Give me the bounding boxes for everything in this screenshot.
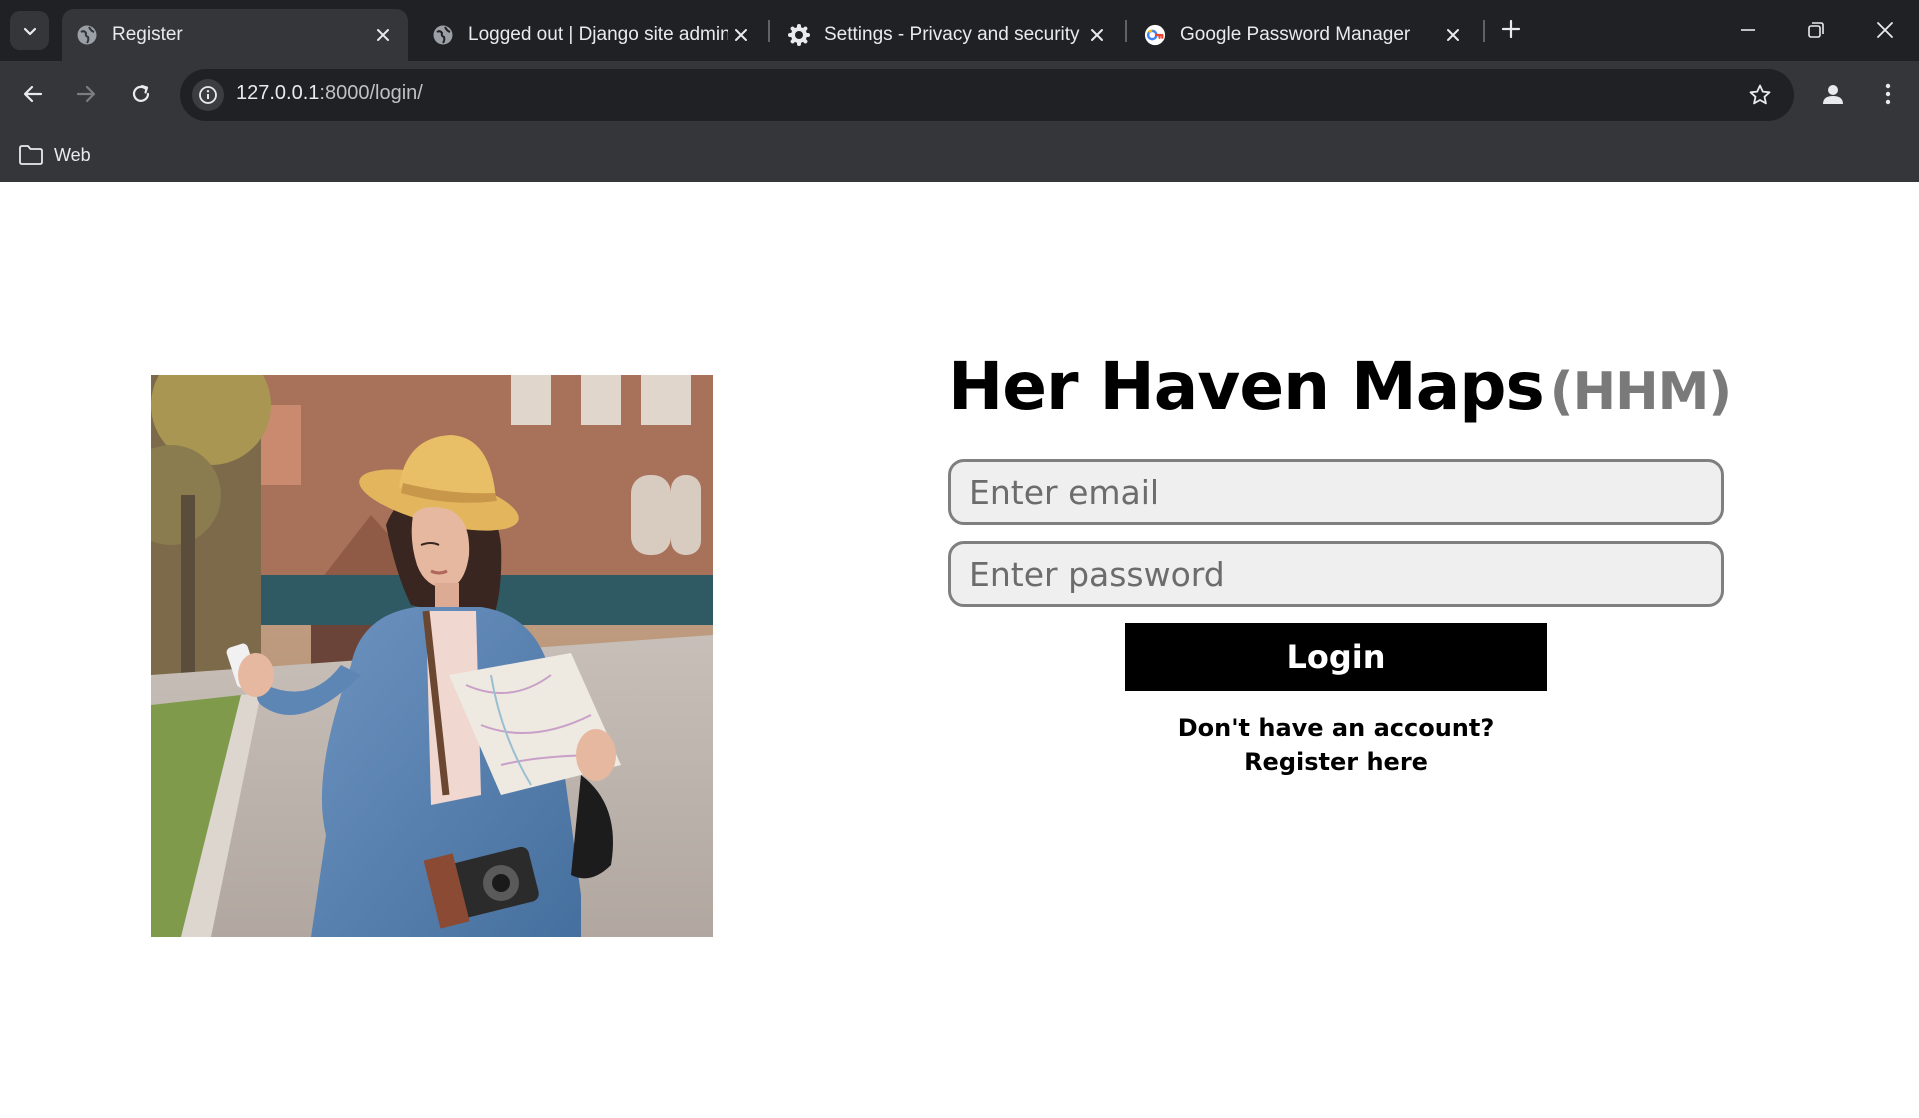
back-button[interactable] [14,75,52,113]
close-icon[interactable] [1084,22,1110,48]
tab-title: Logged out | Django site admin [468,24,728,45]
more-vertical-icon [1885,83,1891,105]
minimize-button[interactable] [1728,10,1768,50]
close-icon[interactable] [1440,22,1466,48]
person-icon [1823,85,1843,104]
google-password-manager-icon [1144,24,1166,46]
tab-title: Settings - Privacy and security [824,24,1080,45]
gear-icon [788,24,810,46]
woman-traveler-illustration [151,375,713,937]
chevron-down-icon [23,27,36,35]
restore-button[interactable] [1796,10,1836,50]
page-title: Her Haven Maps (HHM) [948,342,1732,437]
close-icon[interactable] [728,22,754,48]
close-icon [1877,22,1893,38]
login-page: Her Haven Maps(HHM) Login Don't have an … [0,182,1919,1118]
reload-button[interactable] [122,75,160,113]
register-link[interactable]: Don't have an account? Register here [1126,711,1546,779]
url-host: 127.0.0.1 [236,82,320,104]
browser-menu-button[interactable] [1870,76,1906,112]
bookmark-label: Web [54,144,91,165]
tab-search-button[interactable] [10,11,49,50]
tab-divider [1483,20,1485,42]
email-field[interactable] [948,459,1724,525]
password-field[interactable] [948,541,1724,607]
address-bar[interactable]: 127.0.0.1:8000/login/ [180,69,1794,121]
close-window-button[interactable] [1865,10,1905,50]
globe-icon [432,24,454,46]
arrow-left-icon [23,85,43,103]
tab-settings[interactable]: Settings - Privacy and security [774,9,1122,61]
close-icon[interactable] [370,22,396,48]
tab-django-admin[interactable]: Logged out | Django site admin [418,9,766,61]
bookmark-star-icon[interactable] [1746,81,1774,109]
minimize-icon [1741,29,1755,31]
browser-toolbar: 127.0.0.1:8000/login/ [0,61,1919,128]
profile-avatar[interactable] [1815,76,1851,112]
hero-image [151,375,713,937]
bookmarks-bar: Web [0,128,1919,182]
reload-icon [132,84,150,102]
forward-button[interactable] [67,75,105,113]
brand-name: Her Haven Maps [948,348,1545,425]
restore-icon [1808,22,1824,38]
site-info-icon[interactable] [192,79,224,111]
login-button[interactable]: Login [1125,623,1547,691]
tab-title: Google Password Manager [1180,24,1411,45]
new-tab-button[interactable] [1496,14,1526,44]
tab-divider [768,20,770,42]
globe-icon [76,24,98,46]
tab-register[interactable]: Register [62,9,408,61]
tab-password-manager[interactable]: Google Password Manager [1130,9,1478,61]
arrow-right-icon [76,85,96,103]
plus-icon [1501,19,1521,39]
url-text[interactable]: 127.0.0.1:8000/login/ [236,82,423,105]
tab-title: Register [112,24,183,45]
folder-icon [18,144,44,166]
url-path: :8000/login/ [319,82,423,104]
tab-divider [1125,20,1127,42]
brand-abbr: (HHM) [1549,362,1732,422]
login-form: Her Haven Maps(HHM) Login Don't have an … [948,342,1732,779]
bookmark-folder-web[interactable]: Web [18,139,91,171]
tab-strip: Register Logged out | Django site admin … [0,0,1919,61]
